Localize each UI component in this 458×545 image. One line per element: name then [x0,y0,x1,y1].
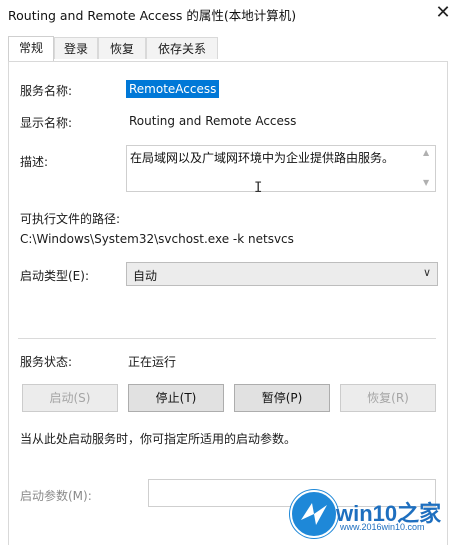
tab-general[interactable]: 常规 [8,36,54,61]
exe-path-label: 可执行文件的路径: [20,212,121,226]
divider [18,338,436,339]
description-scrollbar[interactable]: ▲ ▼ [419,146,435,191]
chevron-down-icon: ∨ [422,266,431,279]
close-icon[interactable]: ✕ [432,2,454,24]
watermark-url: www.2016win10.com [340,522,425,532]
service-status-value: 正在运行 [128,355,177,369]
startup-type-label: 启动类型(E): [20,269,89,283]
text-cursor-icon: I [254,180,263,196]
exe-path-value[interactable]: C:\Windows\System32\svchost.exe -k netsv… [20,232,294,246]
tab-logon[interactable]: 登录 [54,37,98,59]
tab-dependencies[interactable]: 依存关系 [146,37,218,59]
win10-logo-icon [290,490,338,538]
service-name-label: 服务名称: [20,84,73,98]
scroll-up-icon[interactable]: ▲ [423,148,429,157]
stop-button[interactable]: 停止(T) [128,384,224,412]
description-label: 描述: [20,155,49,169]
startup-type-value: 自动 [133,269,158,283]
description-box[interactable]: 在局域网以及广域网环境中为企业提供路由服务。 ▲ ▼ [126,145,436,192]
display-name-value[interactable]: Routing and Remote Access [129,114,296,128]
start-params-hint: 当从此处启动服务时，你可指定所适用的启动参数。 [20,432,297,446]
start-params-label: 启动参数(M): [20,489,92,503]
description-text: 在局域网以及广域网环境中为企业提供路由服务。 [130,151,395,165]
service-status-label: 服务状态: [20,355,73,369]
title-bar: Routing and Remote Access 的属性(本地计算机) ✕ [0,0,458,28]
tab-recovery[interactable]: 恢复 [98,37,146,59]
window-title: Routing and Remote Access 的属性(本地计算机) [8,8,297,23]
resume-button[interactable]: 恢复(R) [340,384,436,412]
display-name-label: 显示名称: [20,116,73,130]
service-name-value[interactable]: RemoteAccess [126,80,220,98]
tab-panel-general [8,61,448,545]
start-button[interactable]: 启动(S) [22,384,118,412]
pause-button[interactable]: 暂停(P) [234,384,330,412]
scroll-down-icon[interactable]: ▼ [423,178,429,187]
startup-type-select[interactable]: 自动 ∨ [126,262,438,286]
